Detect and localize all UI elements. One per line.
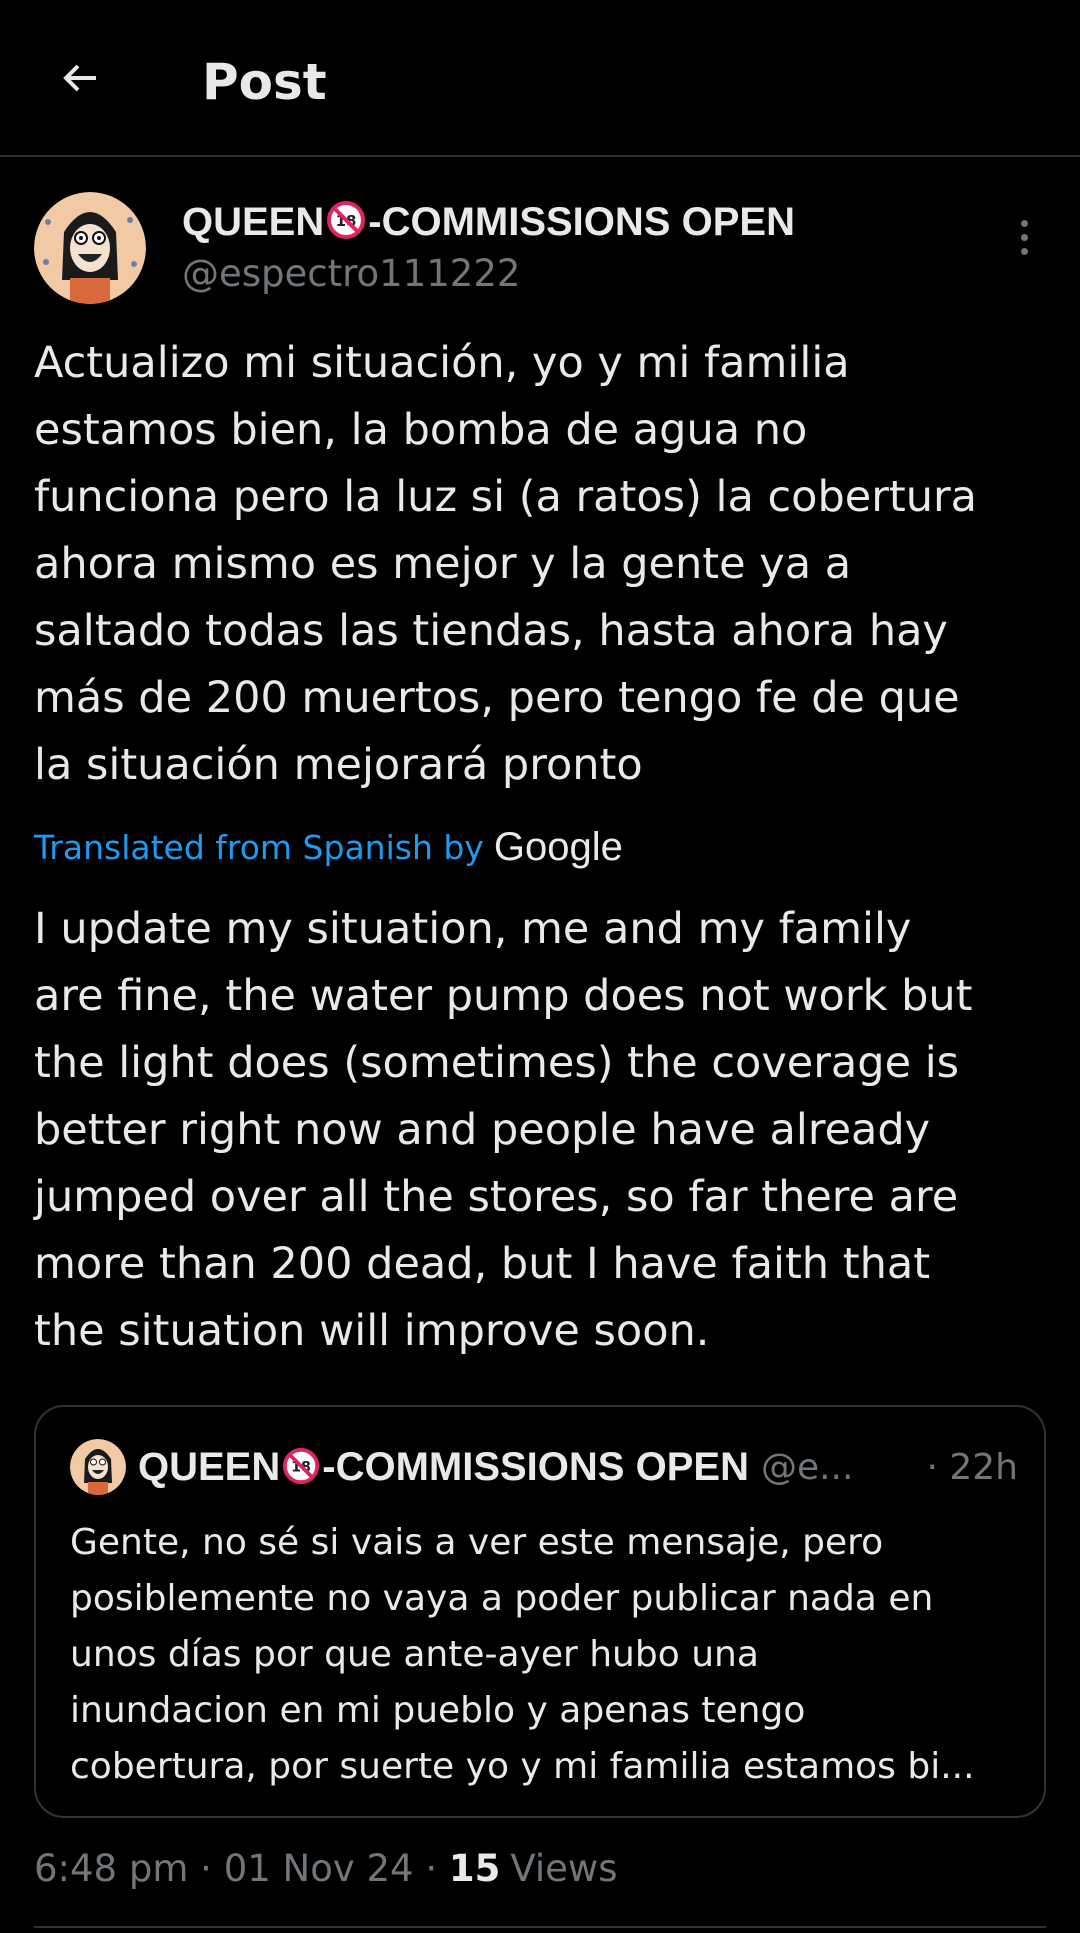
- quote-line: posiblemente no vaya a poder publicar na…: [70, 1578, 934, 1619]
- more-dot-icon: [1020, 233, 1028, 241]
- quote-author-avatar: [70, 1439, 126, 1495]
- translated-line: jumped over all the stores, so far there…: [34, 1172, 959, 1222]
- quote-header: QUEEN18-COMMISSIONS OPEN @e... · 22h: [138, 1439, 1018, 1495]
- author-name-prefix: QUEEN: [182, 200, 325, 244]
- translated-line: the situation will improve soon.: [34, 1306, 710, 1356]
- quote-line: cobertura, por suerte yo y mi familia es…: [70, 1746, 975, 1787]
- translated-line: I update my situation, me and my family: [34, 904, 912, 954]
- author-handle[interactable]: @espectro111222: [182, 248, 520, 300]
- quote-text: Gente, no sé si vais a ver este mensaje,…: [70, 1515, 1030, 1795]
- post-line: la situación mejorará pronto: [34, 740, 643, 790]
- translated-line: better right now and people have already: [34, 1105, 931, 1155]
- translated-line: more than 200 dead, but I have faith tha…: [34, 1239, 931, 1289]
- quote-line: Gente, no sé si vais a ver este mensaje,…: [70, 1522, 884, 1563]
- translated-from-link[interactable]: Translated from Spanish by: [34, 828, 484, 867]
- page-title: Post: [202, 53, 327, 111]
- more-options-button[interactable]: [1002, 212, 1046, 262]
- views-label[interactable]: Views: [510, 1847, 617, 1890]
- post-date: 01 Nov 24: [223, 1846, 414, 1890]
- no-under-18-icon: 18: [325, 199, 367, 241]
- post-text-original: Actualizo mi situación, yo y mi familia …: [34, 330, 1054, 799]
- quote-line: inundacion en mi pueblo y apenas tengo: [70, 1690, 806, 1731]
- post-time: 6:48 pm: [34, 1846, 189, 1890]
- quote-author-name: QUEEN18-COMMISSIONS OPEN: [138, 1445, 749, 1490]
- quoted-post-card[interactable]: QUEEN18-COMMISSIONS OPEN @e... · 22h Gen…: [34, 1405, 1046, 1818]
- no-under-18-icon: 18: [281, 1446, 321, 1486]
- more-dot-icon: [1020, 219, 1028, 227]
- avatar-image: [70, 1439, 126, 1495]
- post-line: estamos bien, la bomba de agua no: [34, 405, 808, 455]
- back-button[interactable]: [42, 40, 118, 116]
- quote-author-handle: @e...: [760, 1446, 854, 1488]
- more-dot-icon: [1020, 247, 1028, 255]
- author-avatar[interactable]: [34, 192, 146, 304]
- post-line: ahora mismo es mejor y la gente ya a: [34, 539, 852, 589]
- translated-line: are fine, the water pump does not work b…: [34, 971, 973, 1021]
- quote-timestamp: · 22h: [926, 1446, 1018, 1488]
- author-name-suffix: -COMMISSIONS OPEN: [368, 200, 795, 244]
- meta-separator: ·: [188, 1846, 224, 1890]
- author-name[interactable]: QUEEN18-COMMISSIONS OPEN: [182, 196, 795, 248]
- quote-name-prefix: QUEEN: [138, 1444, 281, 1489]
- views-count: 15: [448, 1846, 501, 1890]
- top-app-bar: Post: [0, 0, 1080, 157]
- divider: [34, 1926, 1046, 1928]
- translation-attribution: Translated from Spanish by Google: [34, 822, 623, 872]
- back-arrow-icon: [63, 64, 96, 92]
- post-metadata: 6:48 pm · 01 Nov 24 · 15 Views: [34, 1838, 617, 1898]
- post-line: más de 200 muertos, pero tengo fe de que: [34, 673, 960, 723]
- avatar-image: [34, 192, 146, 304]
- google-logo: Google: [493, 824, 623, 869]
- meta-separator: ·: [413, 1846, 449, 1890]
- post-line: Actualizo mi situación, yo y mi familia: [34, 338, 850, 388]
- post-line: saltado todas las tiendas, hasta ahora h…: [34, 606, 948, 656]
- post-text-translated: I update my situation, me and my family …: [34, 896, 1064, 1365]
- quote-line: unos días por que ante-ayer hubo una: [70, 1634, 759, 1675]
- quote-name-suffix: -COMMISSIONS OPEN: [322, 1444, 749, 1489]
- translated-line: the light does (sometimes) the coverage …: [34, 1038, 960, 1088]
- post-line: funciona pero la luz si (a ratos) la cob…: [34, 472, 978, 522]
